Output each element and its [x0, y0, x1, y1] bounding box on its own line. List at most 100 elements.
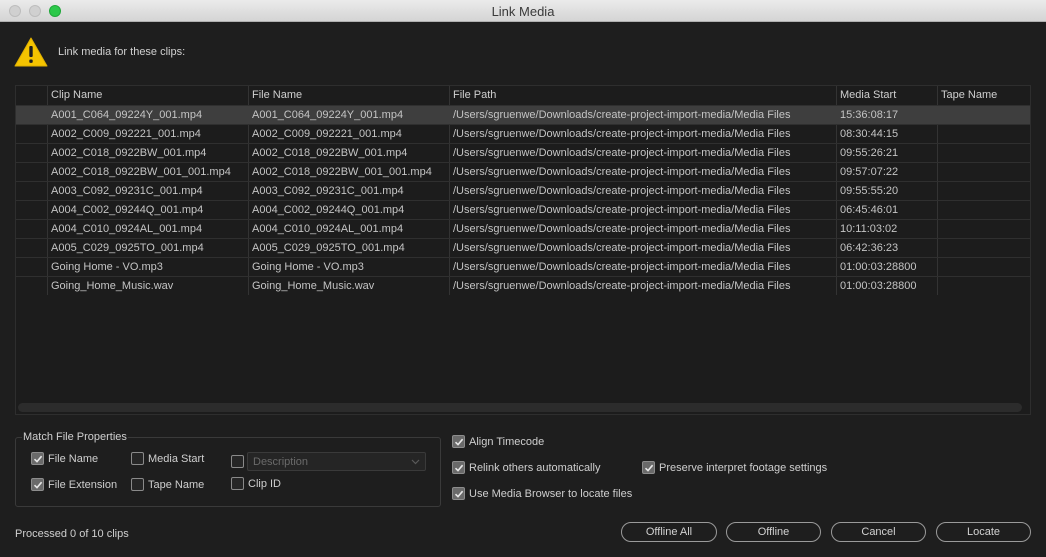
- checkbox-label: File Extension: [48, 478, 118, 491]
- cell-file-name: A004_C010_0924AL_001.mp4: [252, 223, 404, 235]
- cell-clip-name: A004_C010_0924AL_001.mp4: [51, 223, 203, 235]
- horizontal-scrollbar[interactable]: [18, 403, 1022, 412]
- cell-file-path: /Users/sgruenwe/Downloads/create-project…: [453, 128, 791, 140]
- cell-file-path: /Users/sgruenwe/Downloads/create-project…: [453, 185, 791, 197]
- checkbox-box[interactable]: [31, 452, 44, 465]
- checkbox-box[interactable]: [231, 477, 244, 490]
- cell-file-path: /Users/sgruenwe/Downloads/create-project…: [453, 109, 791, 121]
- processed-status: Processed 0 of 10 clips: [15, 528, 129, 540]
- cell-file-name: Going Home - VO.mp3: [252, 261, 364, 273]
- checkmark-icon: [454, 438, 463, 446]
- link-media-message: Link media for these clips:: [58, 46, 186, 58]
- checkmark-icon: [33, 455, 42, 463]
- checkbox-label: Align Timecode: [469, 435, 545, 448]
- media-start-checkbox[interactable]: Media Start: [131, 452, 204, 465]
- cell-media-start: 09:57:07:22: [840, 166, 899, 178]
- table-row[interactable]: A003_C092_09231C_001.mp4 A003_C092_09231C…: [16, 181, 1030, 200]
- column-header-clip-name[interactable]: Clip Name: [51, 89, 102, 101]
- cell-media-start: 01:00:03:28800: [840, 261, 917, 273]
- checkmark-icon: [644, 464, 653, 472]
- align-timecode-checkbox[interactable]: Align Timecode: [452, 435, 544, 448]
- table-row[interactable]: A005_C029_0925TO_001.mp4 A005_C029_0925TO…: [16, 238, 1030, 257]
- tape-name-checkbox[interactable]: Tape Name: [131, 478, 204, 491]
- checkbox-label: Tape Name: [148, 478, 205, 491]
- checkbox-box[interactable]: [31, 478, 44, 491]
- cell-file-path: /Users/sgruenwe/Downloads/create-project…: [453, 280, 791, 292]
- file-extension-checkbox[interactable]: File Extension: [31, 478, 117, 491]
- cell-file-path: /Users/sgruenwe/Downloads/create-project…: [453, 223, 791, 235]
- match-file-properties-group: [15, 437, 441, 507]
- checkbox-label: Relink others automatically: [469, 461, 601, 474]
- cell-media-start: 08:30:44:15: [840, 128, 899, 140]
- cell-clip-name: A005_C029_0925TO_001.mp4: [51, 242, 204, 254]
- cancel-button[interactable]: Cancel: [831, 522, 926, 542]
- cell-file-name: A002_C018_0922BW_001_001.mp4: [252, 166, 432, 178]
- clip-id-checkbox[interactable]: Clip ID: [231, 477, 281, 490]
- title-bar: Link Media: [0, 0, 1046, 22]
- cell-file-name: Going_Home_Music.wav: [252, 280, 375, 292]
- description-dropdown-value: Description: [253, 456, 309, 468]
- cell-media-start: 06:45:46:01: [840, 204, 899, 216]
- cell-file-name: A001_C064_09224Y_001.mp4: [252, 109, 404, 121]
- table-row[interactable]: A004_C002_09244Q_001.mp4 A004_C002_09244Q…: [16, 200, 1030, 219]
- cell-clip-name: Going Home - VO.mp3: [51, 261, 163, 273]
- cell-clip-name: A002_C018_0922BW_001_001.mp4: [51, 166, 231, 178]
- checkbox-label: Use Media Browser to locate files: [469, 487, 633, 500]
- window-title: Link Media: [491, 4, 555, 19]
- column-header-media-start[interactable]: Media Start: [840, 89, 896, 101]
- description-dropdown[interactable]: Description: [247, 452, 426, 471]
- table-row[interactable]: A004_C010_0924AL_001.mp4 A004_C010_0924AL…: [16, 219, 1030, 238]
- offline-all-button[interactable]: Offline All: [621, 522, 717, 542]
- table-row[interactable]: A002_C018_0922BW_001.mp4 A002_C018_0922BW…: [16, 143, 1030, 162]
- cell-clip-name: A002_C009_092221_001.mp4: [51, 128, 201, 140]
- table-row[interactable]: A002_C018_0922BW_001_001.mp4 A002_C018_09…: [16, 162, 1030, 181]
- file-name-checkbox[interactable]: File Name: [31, 452, 98, 465]
- cell-media-start: 09:55:26:21: [840, 147, 899, 159]
- checkbox-box[interactable]: [452, 487, 465, 500]
- table-row[interactable]: Going_Home_Music.wav Going_Home_Music.wav…: [16, 276, 1030, 295]
- table-body: A001_C064_09224Y_001.mp4 A001_C064_09224Y…: [16, 105, 1030, 295]
- column-header-file-path[interactable]: File Path: [453, 89, 496, 101]
- locate-button[interactable]: Locate: [936, 522, 1031, 542]
- cell-clip-name: A003_C092_09231C_001.mp4: [51, 185, 203, 197]
- checkbox-label: Clip ID: [248, 477, 282, 490]
- checkbox-box[interactable]: [231, 455, 244, 468]
- clips-table[interactable]: Clip Name File Name File Path Media Star…: [15, 85, 1031, 415]
- cell-media-start: 09:55:55:20: [840, 185, 899, 197]
- preserve-interpret-checkbox[interactable]: Preserve interpret footage settings: [642, 461, 827, 474]
- checkbox-box[interactable]: [131, 452, 144, 465]
- checkbox-box[interactable]: [131, 478, 144, 491]
- table-row[interactable]: Going Home - VO.mp3 Going Home - VO.mp3/U…: [16, 257, 1030, 276]
- checkbox-box[interactable]: [452, 435, 465, 448]
- cell-clip-name: Going_Home_Music.wav: [51, 280, 174, 292]
- checkmark-icon: [454, 464, 463, 472]
- checkmark-icon: [454, 490, 463, 498]
- checkbox-box[interactable]: [642, 461, 655, 474]
- media-browser-checkbox[interactable]: Use Media Browser to locate files: [452, 487, 632, 500]
- cell-file-name: A002_C018_0922BW_001.mp4: [252, 147, 408, 159]
- relink-others-checkbox[interactable]: Relink others automatically: [452, 461, 600, 474]
- cell-file-path: /Users/sgruenwe/Downloads/create-project…: [453, 242, 791, 254]
- checkbox-label: Preserve interpret footage settings: [659, 461, 828, 474]
- column-header-tape-name[interactable]: Tape Name: [941, 89, 997, 101]
- offline-button[interactable]: Offline: [726, 522, 821, 542]
- description-checkbox[interactable]: [231, 455, 248, 468]
- cell-media-start: 15:36:08:17: [840, 109, 899, 121]
- cell-file-name: A003_C092_09231C_001.mp4: [252, 185, 404, 197]
- checkbox-label: Media Start: [148, 452, 205, 465]
- cell-file-name: A005_C029_0925TO_001.mp4: [252, 242, 405, 254]
- checkmark-icon: [33, 481, 42, 489]
- cell-media-start: 10:11:03:02: [840, 223, 898, 235]
- cell-clip-name: A002_C018_0922BW_001.mp4: [51, 147, 207, 159]
- table-row[interactable]: A001_C064_09224Y_001.mp4 A001_C064_09224Y…: [16, 105, 1030, 124]
- column-header-file-name[interactable]: File Name: [252, 89, 302, 101]
- cell-media-start: 01:00:03:28800: [840, 280, 917, 292]
- cell-clip-name: A004_C002_09244Q_001.mp4: [51, 204, 204, 216]
- chevron-down-icon: [411, 459, 420, 465]
- match-file-properties-title: Match File Properties: [22, 431, 128, 443]
- table-row[interactable]: A002_C009_092221_001.mp4 A002_C009_092221…: [16, 124, 1030, 143]
- checkbox-box[interactable]: [452, 461, 465, 474]
- cell-media-start: 06:42:36:23: [840, 242, 899, 254]
- cell-file-path: /Users/sgruenwe/Downloads/create-project…: [453, 166, 791, 178]
- checkbox-label: File Name: [48, 452, 99, 465]
